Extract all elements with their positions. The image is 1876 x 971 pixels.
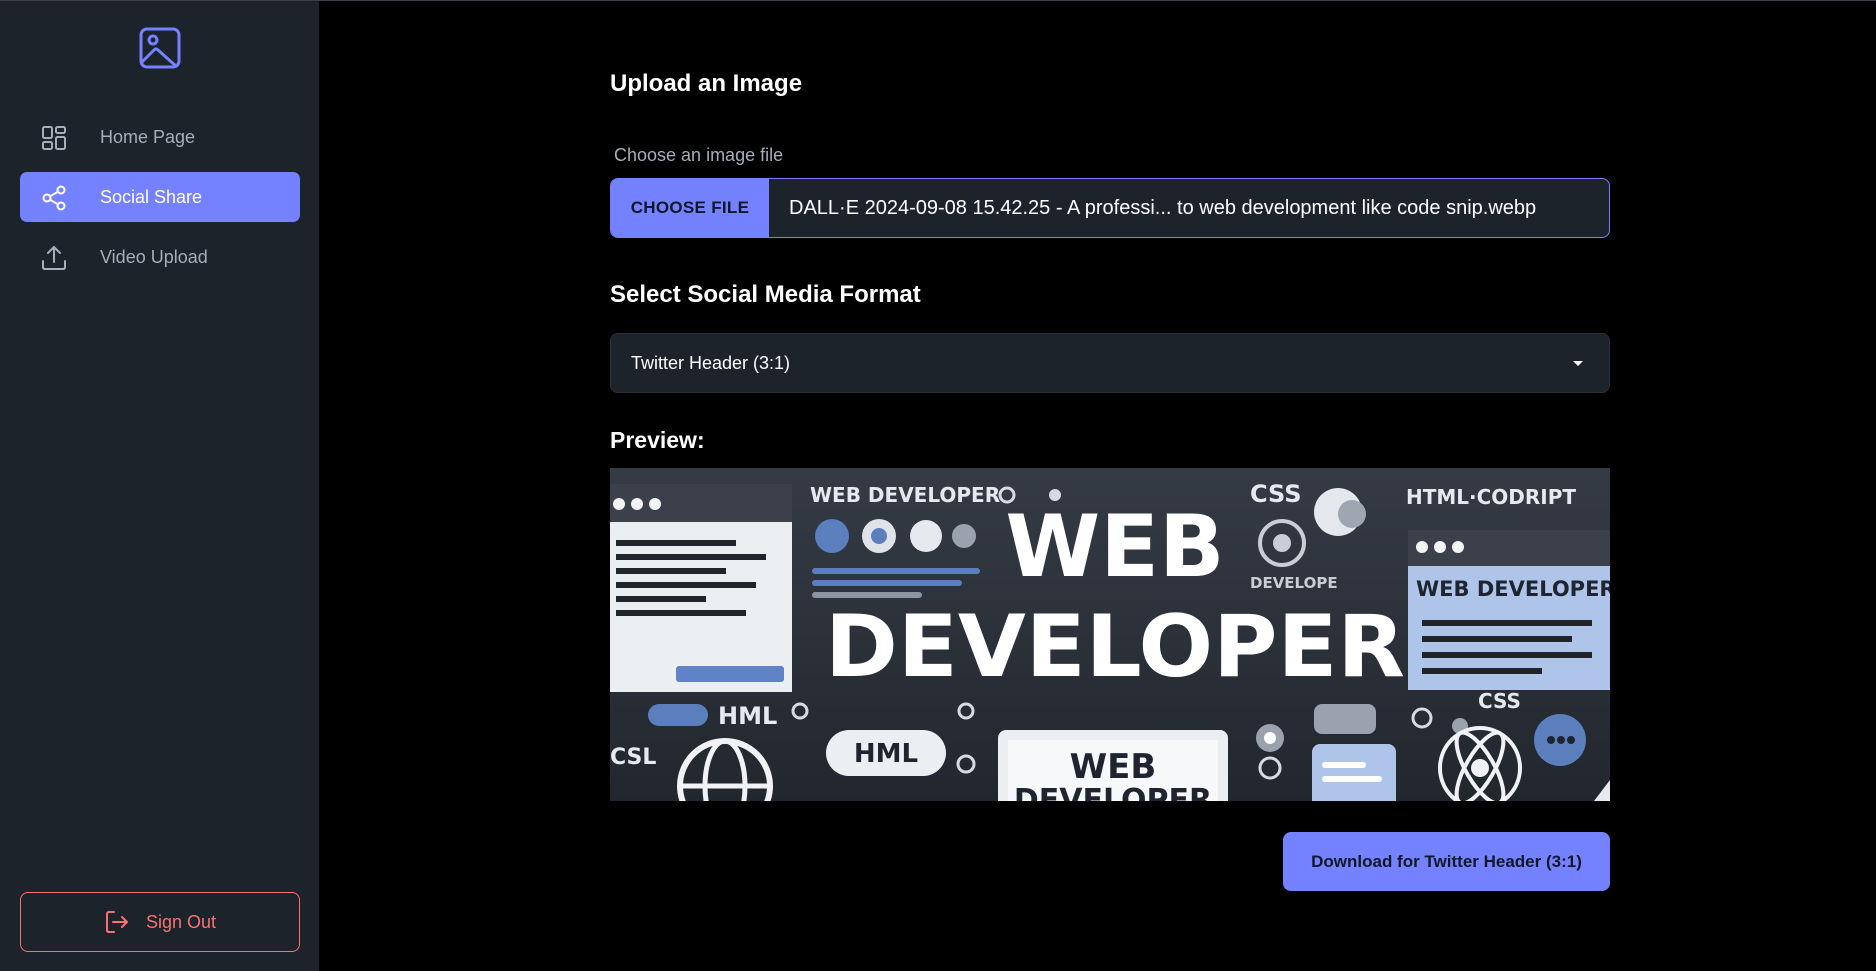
selected-format: Twitter Header (3:1) <box>631 352 791 373</box>
preview-title: Preview: <box>610 427 705 453</box>
sidebar: Home Page Social Share Video Upload Sign… <box>0 1 319 971</box>
sidebar-item-label: Home Page <box>100 126 196 147</box>
sidebar-item-home-page[interactable]: Home Page <box>20 112 300 162</box>
file-input[interactable]: CHOOSE FILE DALL·E 2024-09-08 15.42.25 -… <box>610 178 1610 238</box>
preview-top-right: HTML·CODRIPT <box>1406 485 1576 509</box>
preview-title-line2: DEVELOPER <box>825 597 1405 697</box>
layout-dashboard-icon <box>42 126 66 150</box>
share-icon <box>42 185 66 211</box>
selected-file-name: DALL·E 2024-09-08 15.42.25 - A professi.… <box>789 196 1537 219</box>
chevron-down-icon <box>1573 361 1583 366</box>
page-title: Upload an Image <box>610 70 803 97</box>
sidebar-item-label: Social Share <box>100 186 203 207</box>
preview-top-text: WEB DEVELOPER <box>810 483 1000 507</box>
preview-right-panel: WEB DEVELOPER <box>1416 577 1610 601</box>
sidebar-item-video-upload[interactable]: Video Upload <box>20 232 300 282</box>
preview-image: WEB DEVELOPER CSS HTML·CODRIPT WEB DEVEL… <box>610 468 1610 801</box>
preview-top-css: CSS <box>1250 480 1302 508</box>
preview-left-hml: HML <box>718 702 777 730</box>
preview-center-web: WEB <box>1070 747 1157 787</box>
log-out-icon <box>105 911 128 933</box>
sidebar-item-label: Video Upload <box>100 246 208 267</box>
preview-left-csl: CSL <box>610 745 656 770</box>
social-format-select[interactable]: Twitter Header (3:1) <box>610 333 1610 393</box>
file-field-label: Choose an image file <box>614 145 784 165</box>
choose-file-button[interactable]: CHOOSE FILE <box>611 179 769 237</box>
upload-icon <box>42 246 66 270</box>
sign-out-label: Sign Out <box>145 911 217 932</box>
download-button[interactable]: Download for Twitter Header (3:1) <box>1283 832 1610 891</box>
preview-title-line1: WEB <box>1005 497 1224 597</box>
sidebar-item-social-share[interactable]: Social Share <box>20 172 300 222</box>
sign-out-button[interactable]: Sign Out <box>20 892 300 952</box>
preview-develope: DEVELOPE <box>1250 574 1338 592</box>
image-icon[interactable] <box>137 25 183 71</box>
preview-center-dev: DEVELOPER <box>1014 783 1212 801</box>
preview-right-css: CSS <box>1478 689 1521 713</box>
preview-illustration: WEB DEVELOPER CSS HTML·CODRIPT WEB DEVEL… <box>610 468 1610 801</box>
format-section-title: Select Social Media Format <box>610 281 921 308</box>
preview-pill-hml: HML <box>854 739 918 769</box>
